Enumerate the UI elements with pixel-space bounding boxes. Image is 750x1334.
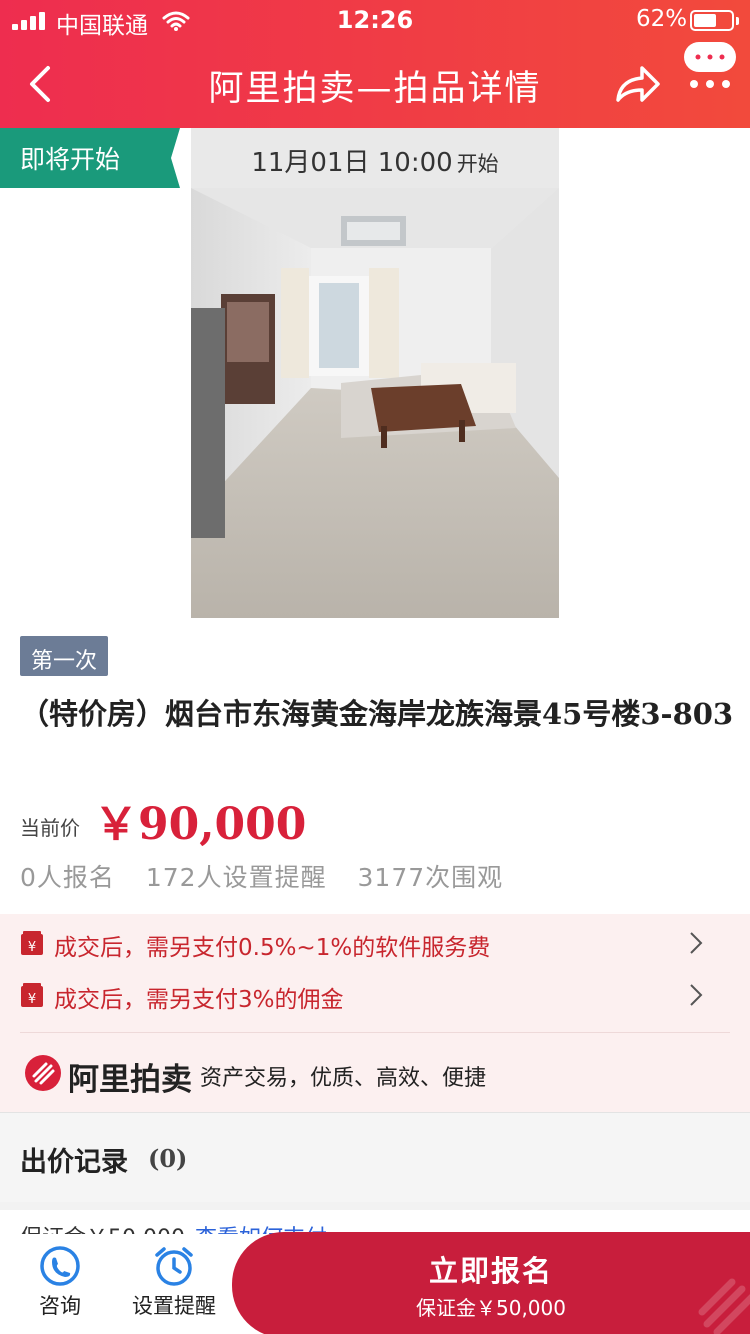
fee-text: 成交后，需另支付0.5%~1%的软件服务费	[54, 935, 491, 961]
property-photo[interactable]	[191, 188, 559, 618]
signup-deposit: 保证金￥50,000	[416, 1296, 566, 1320]
signup-label: 立即报名	[428, 1254, 553, 1288]
start-suffix: 开始	[456, 152, 499, 176]
set-reminder-button[interactable]: 设置提醒	[124, 1244, 224, 1324]
deposit-peek: 保证金￥50,000查看如何支付	[0, 1210, 750, 1234]
fee-icon: ¥	[21, 983, 43, 1007]
bids-title: 出价记录	[20, 1147, 128, 1178]
remind-label: 设置提醒	[132, 1294, 216, 1318]
start-time: 11月01日 10:00	[251, 148, 453, 178]
brand-name: 阿里拍卖	[68, 1062, 192, 1098]
item-title: （特价房）烟台市东海黄金海岸龙族海景45号楼3-803	[20, 697, 734, 731]
brand-slogan: 资产交易，优质、高效、便捷	[200, 1066, 487, 1091]
reminder-count: 172人设置提醒	[145, 863, 327, 892]
status-badge: 即将开始	[0, 128, 180, 188]
price-label: 当前价	[20, 816, 80, 840]
arrow-right-icon	[690, 932, 703, 954]
battery-percent: 62%	[636, 6, 688, 32]
stats-row: 0人报名 172人设置提醒 3177次围观	[20, 858, 525, 894]
peek-deposit: 保证金￥50,000	[20, 1226, 185, 1234]
battery-icon	[690, 10, 734, 31]
signup-watermark-icon	[698, 1278, 750, 1334]
consult-label: 咨询	[39, 1294, 81, 1318]
more-icon[interactable]	[682, 40, 738, 92]
consult-button[interactable]: 咨询	[20, 1244, 100, 1324]
consult-icon	[40, 1246, 80, 1286]
header: 中国联通 12:26 62% 阿里拍卖—拍品详情	[0, 0, 750, 128]
alarm-icon	[155, 1247, 193, 1286]
share-icon[interactable]	[612, 60, 662, 110]
bids-count: (0)	[148, 1144, 188, 1173]
fee-row-commission[interactable]: ¥ 成交后，需另支付3%的佣金	[0, 974, 750, 1020]
battery-tip	[736, 17, 739, 25]
signup-count: 0人报名	[20, 863, 115, 892]
svg-text:¥: ¥	[28, 992, 36, 1007]
round-tag: 第一次	[20, 636, 108, 676]
brand-logo-icon	[25, 1055, 61, 1091]
divider	[20, 1032, 730, 1033]
start-time-bar: 11月01日 10:00 开始	[191, 128, 559, 188]
signup-button[interactable]: 立即报名 保证金￥50,000	[232, 1232, 750, 1334]
fee-row-service[interactable]: ¥ 成交后，需另支付0.5%~1%的软件服务费	[0, 922, 750, 968]
status-bar: 中国联通 12:26 62%	[0, 0, 750, 40]
fee-icon: ¥	[21, 931, 43, 955]
arrow-right-icon	[690, 984, 703, 1006]
fee-text: 成交后，需另支付3%的佣金	[54, 987, 344, 1013]
view-count: 3177次围观	[357, 863, 504, 892]
current-price: ￥90,000	[94, 799, 307, 850]
svg-text:¥: ¥	[28, 940, 36, 955]
